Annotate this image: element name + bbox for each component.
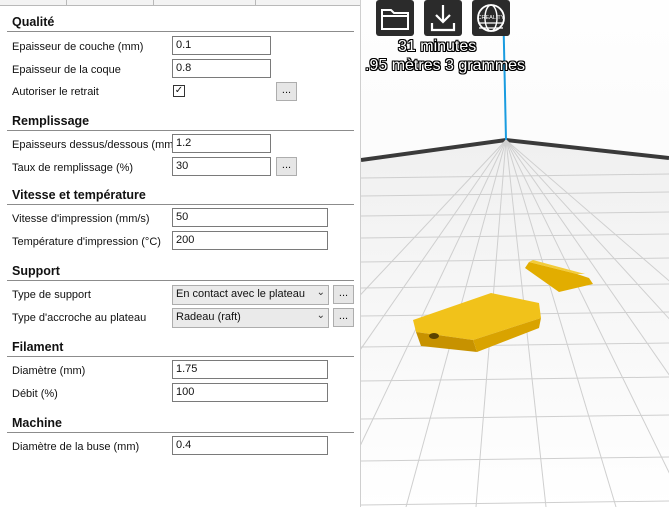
platform-adhesion-more-button[interactable]: ... — [333, 308, 354, 327]
nozzle-diameter-input[interactable]: 0.4 — [172, 436, 328, 455]
retraction-more-button[interactable]: ... — [276, 82, 297, 101]
platform-adhesion-select[interactable]: Radeau (raft) ⌄ — [172, 308, 329, 328]
creality-cloud-button[interactable]: CREALITY — [472, 0, 510, 36]
print-speed-input[interactable]: 50 — [172, 208, 328, 227]
flow-input[interactable]: 100 — [172, 383, 328, 402]
section-divider — [7, 280, 354, 281]
retraction-checkbox[interactable]: ✓ — [173, 85, 185, 97]
tab-divider — [66, 0, 67, 5]
print-temperature-label: Température d'impression (°C) — [12, 236, 161, 248]
material-usage-text: .95 mètres 3 grammes — [365, 57, 526, 74]
section-title-fill: Remplissage — [12, 114, 90, 128]
section-title-filament: Filament — [12, 340, 64, 354]
creality-globe-icon: CREALITY — [477, 4, 505, 32]
flow-label: Débit (%) — [12, 388, 58, 400]
platform-adhesion-value: Radeau (raft) — [176, 311, 241, 323]
3d-viewport[interactable]: CREALITY 31 minutes .95 mètres 3 grammes — [361, 0, 669, 507]
print-speed-label: Vitesse d'impression (mm/s) — [12, 213, 150, 225]
section-divider — [7, 432, 354, 433]
chevron-down-icon: ⌄ — [316, 310, 325, 321]
section-title-quality: Qualité — [12, 15, 55, 29]
section-title-support: Support — [12, 264, 60, 278]
top-bottom-thickness-label: Epaisseurs dessus/dessous (mm) — [12, 139, 178, 151]
support-type-value: En contact avec le plateau — [176, 288, 306, 300]
print-time-text: 31 minutes — [398, 38, 477, 55]
filament-diameter-input[interactable]: 1.75 — [172, 360, 328, 379]
tab-strip[interactable] — [0, 0, 360, 6]
build-plate-scene — [361, 0, 669, 507]
open-file-button[interactable] — [376, 0, 414, 36]
section-divider — [7, 31, 354, 32]
retraction-label: Autoriser le retrait — [12, 86, 99, 98]
section-divider — [7, 204, 354, 205]
layer-height-label: Epaisseur de couche (mm) — [12, 41, 144, 53]
download-icon — [430, 5, 456, 32]
section-divider — [7, 356, 354, 357]
creality-brand-text: CREALITY — [478, 15, 505, 21]
folder-icon — [381, 9, 409, 30]
top-bottom-thickness-input[interactable]: 1.2 — [172, 134, 271, 153]
print-temperature-input[interactable]: 200 — [172, 231, 328, 250]
support-type-label: Type de support — [12, 289, 91, 301]
support-type-more-button[interactable]: ... — [333, 285, 354, 304]
save-gcode-button[interactable] — [424, 0, 462, 36]
section-divider — [7, 130, 354, 131]
fill-density-more-button[interactable]: ... — [276, 157, 297, 176]
shell-thickness-input[interactable]: 0.8 — [172, 59, 271, 78]
tab-divider — [255, 0, 256, 5]
fill-density-label: Taux de remplissage (%) — [12, 162, 134, 174]
settings-panel: Qualité Epaisseur de couche (mm) 0.1 Epa… — [0, 0, 361, 507]
tab-divider — [153, 0, 154, 5]
chevron-down-icon: ⌄ — [316, 287, 325, 298]
section-title-machine: Machine — [12, 416, 63, 430]
support-type-select[interactable]: En contact avec le plateau ⌄ — [172, 285, 329, 305]
filament-diameter-label: Diamètre (mm) — [12, 365, 86, 377]
platform-adhesion-label: Type d'accroche au plateau — [12, 312, 147, 324]
shell-thickness-label: Epaisseur de la coque — [12, 64, 121, 76]
fill-density-input[interactable]: 30 — [172, 157, 271, 176]
nozzle-diameter-label: Diamètre de la buse (mm) — [12, 441, 140, 453]
section-title-speed: Vitesse et température — [12, 188, 146, 202]
layer-height-input[interactable]: 0.1 — [172, 36, 271, 55]
